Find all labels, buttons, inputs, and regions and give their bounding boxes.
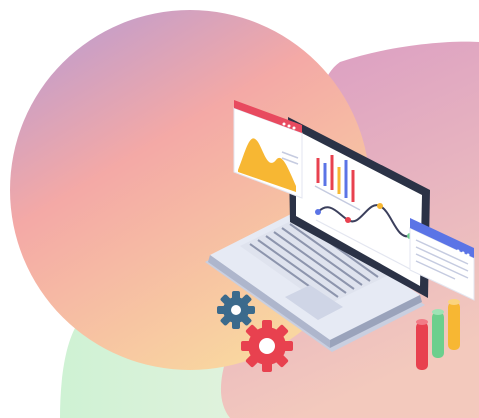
laptop-analytics-illustration [10, 10, 479, 418]
